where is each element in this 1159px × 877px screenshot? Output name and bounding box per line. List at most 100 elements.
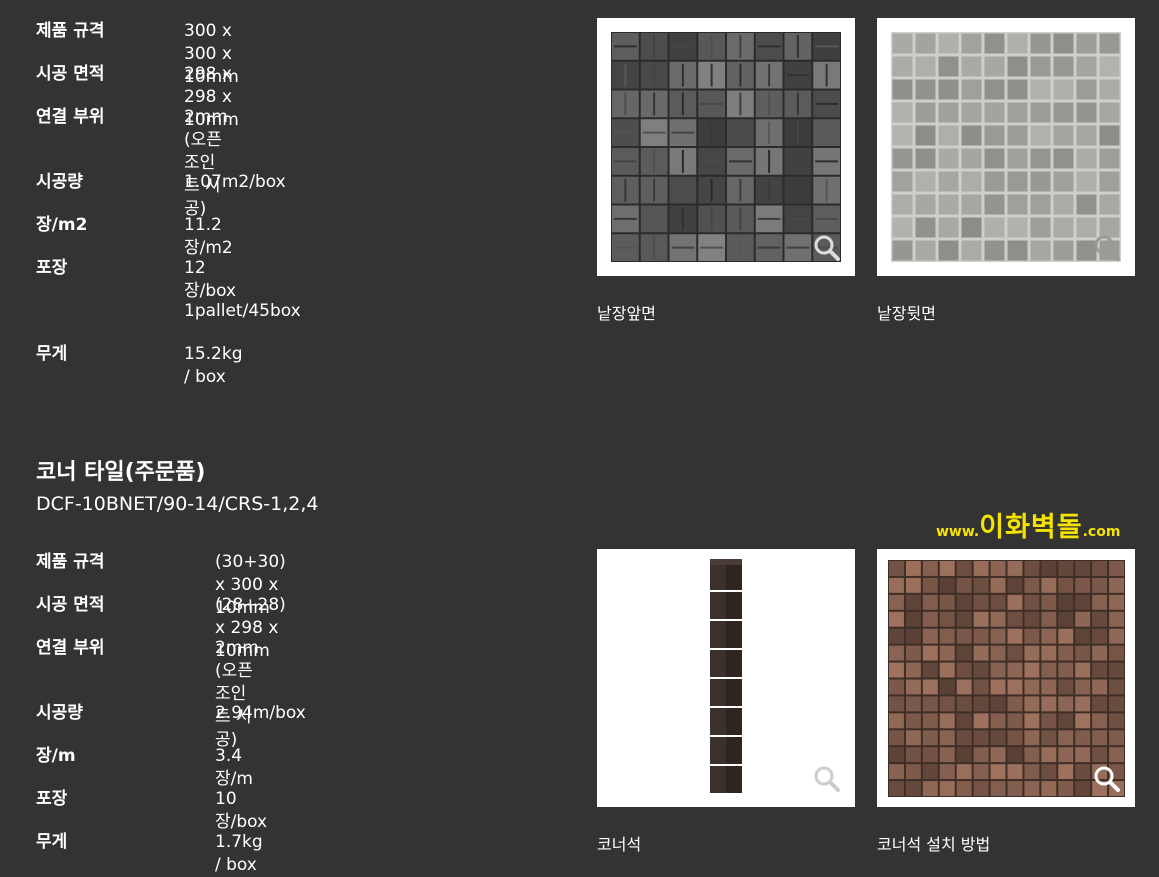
mesh-cell	[1099, 79, 1120, 100]
mesh-cell	[915, 79, 936, 100]
mesh-cell	[984, 33, 1005, 54]
zoom-icon[interactable]	[1093, 765, 1121, 793]
mesh-cell	[892, 217, 913, 238]
relief-cell	[889, 679, 904, 695]
relief-cell	[1109, 679, 1124, 695]
mesh-cell	[892, 125, 913, 146]
mosaic-groove	[729, 160, 752, 163]
relief-cell	[1024, 577, 1040, 593]
relief-cell	[1109, 747, 1124, 763]
mesh-cell	[961, 240, 982, 261]
mosaic-groove	[739, 63, 742, 87]
mosaic-groove	[739, 207, 742, 231]
mosaic-groove	[815, 102, 838, 105]
spec-label: 장/m2	[36, 215, 88, 235]
relief-cell	[939, 747, 955, 763]
spec-value: 2.94m/box	[215, 703, 306, 723]
mosaic-groove	[796, 35, 799, 58]
corner-tile-image[interactable]	[597, 549, 855, 807]
relief-cell	[1075, 628, 1091, 644]
relief-cell	[990, 628, 1006, 644]
relief-cell	[1007, 679, 1023, 695]
relief-cell	[956, 662, 972, 678]
corner-block	[710, 592, 726, 619]
mesh-cell	[1030, 102, 1051, 123]
spec-value: 2mm (오픈조인트 시공)	[184, 107, 228, 219]
mesh-cell	[961, 148, 982, 169]
mosaic-groove	[681, 63, 684, 87]
relief-cell	[922, 713, 938, 729]
zoom-icon[interactable]	[813, 765, 841, 793]
relief-cell	[990, 764, 1006, 780]
relief-cell	[889, 696, 904, 712]
mesh-cell	[961, 125, 982, 146]
zoom-icon[interactable]	[813, 234, 841, 262]
relief-cell	[990, 730, 1006, 746]
mosaic-groove	[768, 150, 771, 173]
relief-cell	[905, 611, 921, 627]
corner-block	[726, 563, 742, 590]
mesh-cell	[938, 33, 959, 54]
relief-cell	[973, 679, 989, 695]
mosaic-groove	[653, 63, 656, 87]
corner-block	[710, 679, 726, 706]
relief-cell	[956, 679, 972, 695]
relief-cell	[1024, 594, 1040, 610]
relief-cell	[956, 713, 972, 729]
mesh-cell	[1076, 33, 1097, 54]
mosaic-groove	[700, 102, 723, 105]
relief-cell	[973, 713, 989, 729]
mosaic-groove	[653, 92, 656, 116]
corner-install-image[interactable]	[877, 549, 1135, 807]
corner-block	[726, 737, 742, 764]
mesh-cell	[1030, 125, 1051, 146]
mesh-cell	[1007, 240, 1028, 261]
mesh-cell	[1076, 194, 1097, 215]
relief-cell	[1024, 611, 1040, 627]
mesh-cell	[984, 194, 1005, 215]
relief-cell	[973, 594, 989, 610]
relief-cell	[905, 747, 921, 763]
relief-cell	[1092, 730, 1108, 746]
spec-value: 10장/box	[215, 789, 268, 832]
relief-cell	[922, 730, 938, 746]
relief-cell	[1041, 645, 1057, 661]
relief-cell	[1075, 645, 1091, 661]
relief-cell	[1092, 594, 1108, 610]
mesh-cell	[1030, 79, 1051, 100]
zoom-icon[interactable]	[1093, 234, 1121, 262]
corner-block	[710, 766, 726, 793]
corner-block	[710, 708, 726, 735]
caption-corner-install: 코너석 설치 방법	[877, 835, 991, 854]
spec-label: 제품 규격	[36, 21, 105, 41]
mosaic-groove	[710, 63, 713, 87]
relief-cell	[956, 764, 972, 780]
relief-cell	[905, 781, 921, 796]
relief-cell	[1041, 662, 1057, 678]
relief-cell	[990, 594, 1006, 610]
relief-cell	[1058, 628, 1074, 644]
corner-block	[726, 621, 742, 648]
tile-back-image[interactable]	[877, 18, 1135, 276]
mesh-cell	[984, 171, 1005, 192]
relief-cell	[1007, 747, 1023, 763]
relief-cell	[990, 781, 1006, 796]
spec-label: 시공 면적	[36, 595, 105, 615]
relief-cell	[1024, 713, 1040, 729]
relief-cell	[922, 764, 938, 780]
mesh-cell	[984, 79, 1005, 100]
relief-cell	[939, 696, 955, 712]
relief-cell	[1109, 577, 1124, 593]
relief-cell	[1075, 696, 1091, 712]
mosaic-groove	[653, 207, 656, 231]
mosaic-groove	[757, 246, 781, 249]
mesh-cell	[892, 79, 913, 100]
tile-front-image[interactable]	[597, 18, 855, 276]
relief-cell	[1007, 645, 1023, 661]
relief-cell	[922, 611, 938, 627]
mesh-cell	[892, 33, 913, 54]
relief-cell	[1007, 594, 1023, 610]
relief-cell	[1024, 561, 1040, 576]
spec-label: 무게	[36, 832, 68, 852]
mesh-cell	[938, 240, 959, 261]
